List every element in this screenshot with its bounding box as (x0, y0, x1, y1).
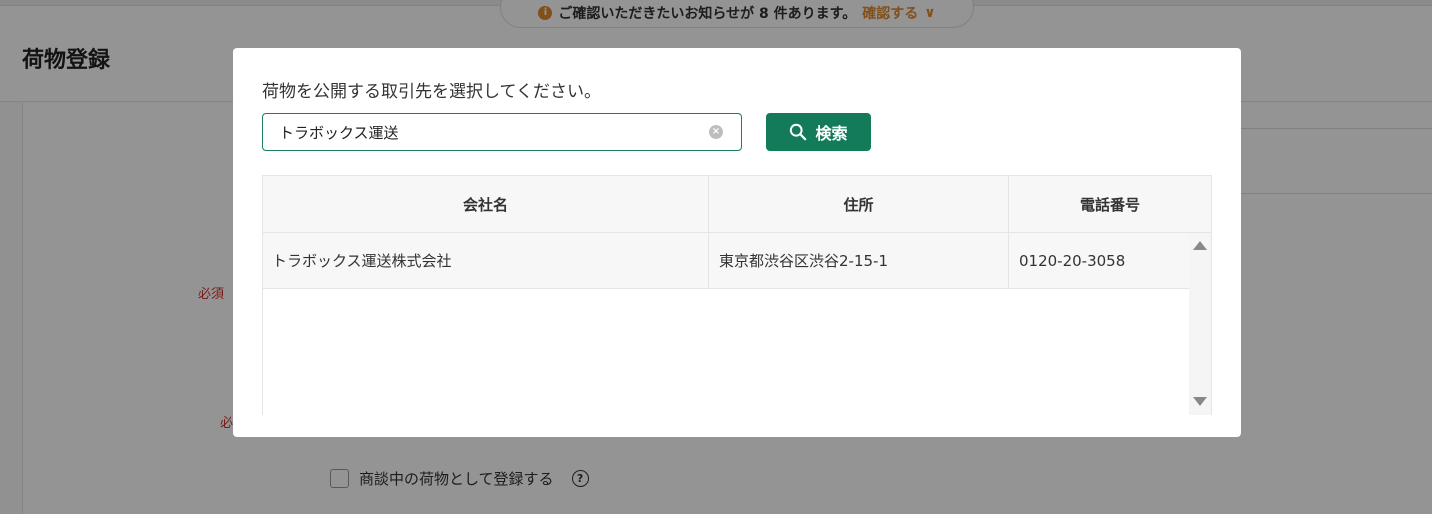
table-header: 会社名 住所 電話番号 (263, 176, 1211, 233)
search-button-label: 検索 (815, 124, 848, 143)
partner-table: 会社名 住所 電話番号 トラボックス運送株式会社 東京都渋谷区渋谷2-15-1 … (262, 175, 1212, 415)
cell-company: トラボックス運送株式会社 (263, 233, 709, 288)
column-header-company: 会社名 (263, 176, 709, 232)
table-scrollbar[interactable] (1189, 233, 1211, 415)
column-header-address: 住所 (709, 176, 1009, 232)
search-input[interactable] (263, 123, 683, 141)
partner-select-modal: 荷物を公開する取引先を選択してください。 × 検索 会社名 住所 電話番号 トラ… (233, 48, 1241, 437)
scroll-down-arrow-icon[interactable] (1193, 397, 1207, 406)
cell-address: 東京都渋谷区渋谷2-15-1 (709, 233, 1009, 288)
column-header-phone: 電話番号 (1079, 195, 1140, 214)
modal-prompt: 荷物を公開する取引先を選択してください。 (262, 82, 601, 102)
clear-icon[interactable]: × (709, 125, 723, 139)
search-icon (790, 123, 807, 141)
scroll-up-arrow-icon[interactable] (1193, 241, 1207, 250)
cell-phone: 0120-20-3058 (1019, 251, 1126, 270)
search-input-container: × (262, 113, 742, 151)
table-row[interactable]: トラボックス運送株式会社 東京都渋谷区渋谷2-15-1 0120-20-3058 (263, 233, 1189, 289)
table-body: トラボックス運送株式会社 東京都渋谷区渋谷2-15-1 0120-20-3058 (263, 233, 1211, 415)
search-button[interactable]: 検索 (766, 113, 871, 151)
